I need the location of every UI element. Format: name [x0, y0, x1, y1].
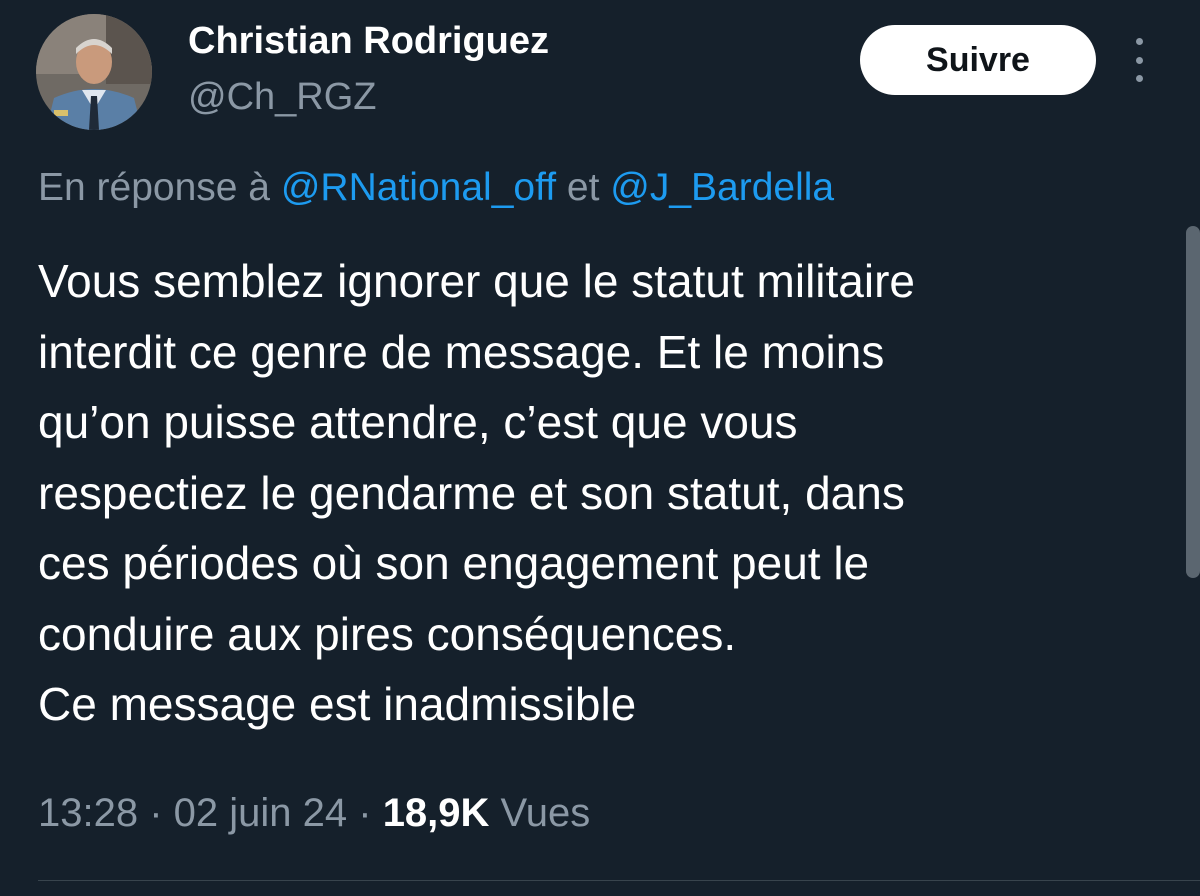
- views-label: Vues: [489, 791, 591, 835]
- meta-separator: ·: [347, 791, 383, 835]
- tweet-time[interactable]: 13:28: [38, 791, 138, 835]
- follow-button[interactable]: Suivre: [860, 25, 1096, 95]
- tweet-text-line: qu’on puisse attendre, c’est que vous: [38, 396, 798, 448]
- tweet-text-line: respectiez le gendarme et son statut, da…: [38, 466, 905, 519]
- tweet-text-line: interdit ce genre de message. Et le moin…: [38, 325, 885, 378]
- more-dot: [1135, 38, 1143, 45]
- tweet-text-line: conduire aux pires conséquences.: [38, 607, 737, 660]
- tweet-text-line: Ce message est inadmissible: [38, 678, 637, 730]
- tweet-text-line: Vous semblez ignorer que le statut milit…: [38, 255, 915, 307]
- tweet-detail: Christian Rodriguez @Ch_RGZ Suivre En ré…: [0, 0, 1200, 896]
- tweet-meta: 13:28 · 02 juin 24 · 18,9K Vues: [38, 788, 590, 838]
- tweet-date[interactable]: 02 juin 24: [174, 791, 347, 835]
- display-name[interactable]: Christian Rodriguez: [188, 18, 549, 64]
- mention-link[interactable]: @RNational_off: [281, 166, 556, 209]
- reply-prefix: En réponse à: [38, 166, 281, 209]
- meta-separator: ·: [138, 791, 174, 835]
- scrollbar[interactable]: [1186, 226, 1200, 578]
- more-dot: [1135, 56, 1143, 64]
- reply-connector: et: [556, 166, 611, 209]
- user-handle[interactable]: @Ch_RGZ: [188, 74, 377, 120]
- reply-context: En réponse à @RNational_off et @J_Bardel…: [38, 164, 834, 212]
- more-vertical-icon[interactable]: [1124, 38, 1154, 82]
- divider: [38, 880, 1200, 881]
- tweet-text-line: ces périodes où son engagement peut le: [38, 537, 870, 589]
- tweet-text: Vous semblez ignorer que le statut milit…: [38, 246, 1168, 740]
- mention-link[interactable]: @J_Bardella: [610, 166, 834, 209]
- avatar[interactable]: [36, 14, 152, 130]
- views-count[interactable]: 18,9K: [383, 791, 490, 835]
- more-dot: [1135, 75, 1143, 82]
